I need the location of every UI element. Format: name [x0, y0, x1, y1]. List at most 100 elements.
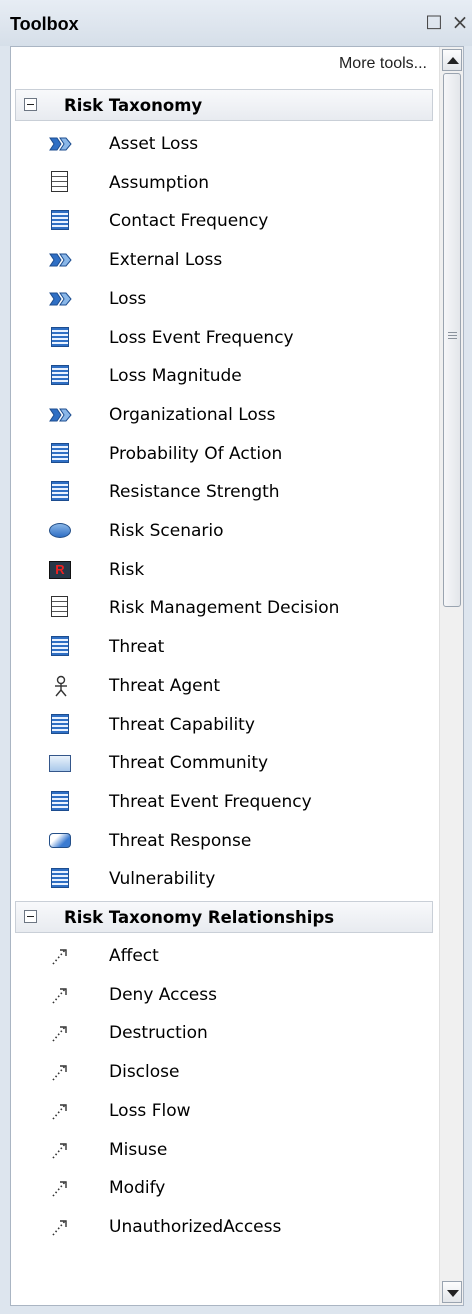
dotted-connector-icon	[49, 984, 73, 1006]
toolbox-item-label: Risk Management Decision	[109, 598, 340, 619]
toolbox-item-label: Loss Event Frequency	[109, 327, 294, 348]
toolbox-item[interactable]: Affect	[11, 937, 431, 975]
flow-arrows-icon	[49, 288, 73, 310]
toolbox-item-label: Loss Flow	[109, 1100, 191, 1121]
toolbox-item-label: Threat Capability	[109, 714, 255, 735]
category-label: Risk Taxonomy Relationships	[64, 908, 335, 927]
toolbox-item-label: Organizational Loss	[109, 404, 276, 425]
toolbox-panel: More tools... Risk Taxonomy Asset Loss Ass…	[10, 46, 464, 1306]
toolbox-item-label: UnauthorizedAccess	[109, 1216, 282, 1237]
scrollbar-thumb[interactable]	[443, 73, 461, 607]
toolbox-item[interactable]: Destruction	[11, 1014, 431, 1052]
toolbox-item[interactable]: Misuse	[11, 1131, 431, 1169]
toolbox-item[interactable]: Threat Capability	[11, 706, 431, 744]
toolbox-item[interactable]: Organizational Loss	[11, 396, 431, 434]
rounded-rect-icon	[49, 832, 71, 848]
toolbox-content: More tools... Risk Taxonomy Asset Loss Ass…	[11, 47, 437, 1305]
toolbox-item[interactable]: Loss Magnitude	[11, 357, 431, 395]
toolbox-item[interactable]: Threat Response	[11, 822, 431, 860]
toolbox-item-label: Threat Community	[109, 753, 269, 774]
toolbox-item-label: Threat Agent	[109, 675, 221, 696]
toolbox-item[interactable]: Disclose	[11, 1053, 431, 1091]
toolbox-item-label: Modify	[109, 1178, 166, 1199]
toolbox-item[interactable]: Threat	[11, 628, 431, 666]
toolbox-item-label: Threat Response	[109, 830, 252, 851]
dotted-connector-icon	[49, 1100, 73, 1122]
toolbox-item[interactable]: Threat Event Frequency	[11, 783, 431, 821]
toolbox-item-label: Loss Magnitude	[109, 366, 242, 387]
document-icon	[51, 170, 68, 192]
toolbox-item[interactable]: Vulnerability	[11, 860, 431, 898]
dotted-connector-icon	[49, 945, 73, 967]
toolbox-item-label: Probability Of Action	[109, 443, 283, 464]
scroll-up-button[interactable]	[442, 49, 462, 71]
block-icon	[51, 326, 69, 347]
toolbox-item[interactable]: Risk Management Decision	[11, 589, 431, 627]
toolbox-item-label: Deny Access	[109, 984, 217, 1005]
collapse-icon[interactable]	[24, 98, 37, 111]
close-icon[interactable]: ×	[448, 10, 472, 34]
category-label: Risk Taxonomy	[64, 96, 203, 115]
toolbox-item[interactable]: Loss Flow	[11, 1092, 431, 1130]
toolbox-item[interactable]: Risk Scenario	[11, 512, 431, 550]
toolbox-item[interactable]: Threat Community	[11, 744, 431, 782]
toolbox-item-label: Disclose	[109, 1062, 180, 1083]
dotted-connector-icon	[49, 1177, 73, 1199]
toolbox-item[interactable]: Asset Loss	[11, 125, 431, 163]
toolbox-title: Toolbox	[10, 14, 79, 34]
block-icon	[51, 790, 69, 811]
flow-arrows-icon	[49, 404, 73, 426]
dotted-connector-icon	[49, 1216, 73, 1238]
category-header[interactable]: Risk Taxonomy	[15, 89, 433, 121]
risk-icon: R	[49, 560, 71, 579]
toolbox-item-label: External Loss	[109, 250, 223, 271]
toolbox-item[interactable]: Deny Access	[11, 976, 431, 1014]
toolbox-item-label: Risk Scenario	[109, 521, 224, 541]
toolbox-item[interactable]: Threat Agent	[11, 667, 431, 705]
toolbox-item[interactable]: External Loss	[11, 241, 431, 279]
toolbox-item[interactable]: Loss Event Frequency	[11, 319, 431, 357]
toolbox-item[interactable]: Assumption	[11, 164, 431, 202]
toolbox-item[interactable]: Loss	[11, 280, 431, 318]
toolbox-item[interactable]: Resistance Strength	[11, 473, 431, 511]
block-icon	[51, 481, 69, 502]
actor-icon	[49, 675, 73, 697]
scroll-down-button[interactable]	[442, 1281, 462, 1303]
scrollbar-grip-icon	[448, 332, 457, 341]
toolbox-title-bar: Toolbox □ ×	[0, 0, 472, 46]
flow-arrows-icon	[49, 133, 73, 155]
maximize-icon[interactable]: □	[422, 10, 446, 34]
block-icon	[51, 210, 69, 231]
toolbox-item-label: Resistance Strength	[109, 482, 280, 503]
toolbox-item-label: Assumption	[109, 172, 210, 193]
toolbox-item-label: Threat Event Frequency	[109, 791, 312, 812]
toolbox-item-label: Vulnerability	[109, 869, 216, 890]
block-icon	[51, 868, 69, 889]
toolbox-item[interactable]: UnauthorizedAccess	[11, 1208, 431, 1246]
toolbox-item-label: Contact Frequency	[109, 211, 269, 232]
toolbox-item-label: Asset Loss	[109, 134, 199, 154]
flow-arrows-icon	[49, 249, 73, 271]
toolbox-item-label: Risk	[109, 559, 145, 580]
toolbox-item-label: Loss	[109, 288, 147, 309]
category-header[interactable]: Risk Taxonomy Relationships	[15, 901, 433, 933]
dotted-connector-icon	[49, 1022, 73, 1044]
block-icon	[51, 442, 69, 463]
document-icon	[51, 596, 68, 618]
toolbox-item[interactable]: Probability Of Action	[11, 435, 431, 473]
dotted-connector-icon	[49, 1061, 73, 1083]
toolbox-item-label: Threat	[109, 637, 165, 658]
more-tools-link[interactable]: More tools...	[339, 55, 427, 73]
block-icon	[51, 636, 69, 657]
toolbox-item[interactable]: R Risk	[11, 551, 431, 589]
toolbox-item[interactable]: Modify	[11, 1169, 431, 1207]
ellipse-icon	[49, 523, 71, 538]
folder-icon	[49, 755, 71, 773]
toolbox-item[interactable]: Contact Frequency	[11, 202, 431, 240]
dotted-connector-icon	[49, 1139, 73, 1161]
block-icon	[51, 713, 69, 734]
collapse-icon[interactable]	[24, 910, 37, 923]
vertical-scrollbar[interactable]	[439, 47, 463, 1305]
toolbox-item-label: Misuse	[109, 1139, 168, 1160]
toolbox-item-label: Affect	[109, 946, 159, 966]
